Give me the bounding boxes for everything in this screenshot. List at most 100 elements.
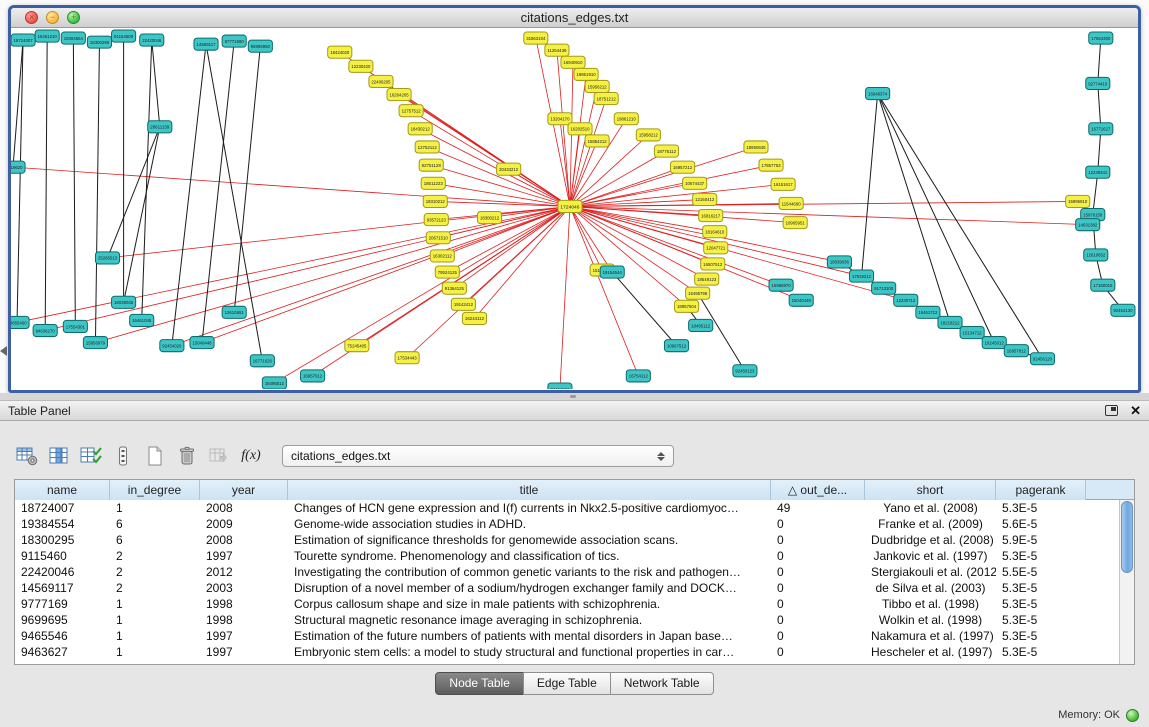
table-cell[interactable]: Stergiakouli et al. (2012) xyxy=(865,564,996,580)
table-row[interactable]: 1872400712008Changes of HCN gene express… xyxy=(15,500,1119,516)
table-cell[interactable]: 5.9E-5 xyxy=(996,532,1086,548)
graph-node[interactable]: 18300295 xyxy=(87,36,111,48)
table-cell[interactable]: 9115460 xyxy=(15,548,110,564)
graph-node[interactable]: 15854212 xyxy=(585,135,609,147)
table-select[interactable]: citations_edges.txt xyxy=(282,445,674,467)
graph-node[interactable]: 16648374 xyxy=(866,87,890,99)
graph-node[interactable]: 19142412 xyxy=(451,298,475,310)
window-titlebar[interactable]: × − + citations_edges.txt xyxy=(11,8,1138,28)
graph-node[interactable]: 91364125 xyxy=(442,282,466,294)
table-cell[interactable]: 6 xyxy=(110,532,200,548)
graph-node[interactable]: 12610652 xyxy=(1084,249,1108,261)
graph-node[interactable]: 18424020 xyxy=(328,46,352,58)
graph-node[interactable]: 18495112 xyxy=(689,319,713,331)
table-row[interactable]: 2242004622012Investigating the contribut… xyxy=(15,564,1119,580)
table-cell[interactable]: 0 xyxy=(771,596,865,612)
graph-node[interactable]: 20433212 xyxy=(497,163,521,175)
graph-node[interactable]: 17160015 xyxy=(1091,279,1115,291)
table-cell[interactable]: 9463627 xyxy=(15,644,110,660)
table-cell[interactable]: 18724007 xyxy=(15,500,110,516)
table-cell[interactable]: 2009 xyxy=(200,516,288,532)
graph-node[interactable]: 16202510 xyxy=(568,123,592,135)
table-cell[interactable]: Genome-wide association studies in ADHD. xyxy=(288,516,771,532)
graph-node[interactable]: 17919212 xyxy=(849,270,873,282)
table-cell[interactable]: Estimation of significance thresholds fo… xyxy=(288,532,771,548)
graph-node[interactable]: 12230712 xyxy=(894,294,918,306)
graph-node[interactable]: 16940910 xyxy=(561,56,585,68)
table-cell[interactable]: 18300295 xyxy=(15,532,110,548)
table-cell[interactable]: 1997 xyxy=(200,548,288,564)
table-row[interactable]: 1830029562008Estimation of significance … xyxy=(15,532,1119,548)
table-cell[interactable]: 0 xyxy=(771,548,865,564)
graph-node[interactable]: 15956979 xyxy=(83,337,107,349)
graph-node[interactable]: 16754112 xyxy=(626,370,650,382)
graph-node[interactable]: 12752112 xyxy=(415,141,439,153)
table-cell[interactable]: Tourette syndrome. Phenomenology and cla… xyxy=(288,548,771,564)
table-cell[interactable]: 0 xyxy=(771,612,865,628)
close-window-button[interactable]: × xyxy=(25,11,38,24)
column-header-pagerank[interactable]: pagerank xyxy=(996,480,1086,500)
graph-node[interactable]: 18511223 xyxy=(421,177,445,189)
graph-node[interactable]: 10965951 xyxy=(783,217,807,229)
table-cell[interactable]: 5.5E-5 xyxy=(996,564,1086,580)
table-row[interactable]: 1938455462009Genome-wide association stu… xyxy=(15,516,1119,532)
graph-node[interactable]: 13204170 xyxy=(548,113,572,125)
graph-node[interactable]: 18039036 xyxy=(827,256,851,268)
table-cell[interactable]: Franke et al. (2009) xyxy=(865,516,996,532)
graph-node[interactable]: 16461210 xyxy=(35,30,59,42)
table-cell[interactable]: 5.6E-5 xyxy=(996,516,1086,532)
graph-node[interactable]: 14631382 xyxy=(1076,219,1100,231)
graph-node[interactable]: 16461045 xyxy=(130,314,154,326)
table-cell[interactable]: de Silva et al. (2003) xyxy=(865,580,996,596)
graph-node[interactable]: 18164610 xyxy=(703,226,727,238)
graph-node[interactable]: 92454130 xyxy=(1111,304,1135,316)
table-cell[interactable]: 19384554 xyxy=(15,516,110,532)
table-cell[interactable]: 0 xyxy=(771,580,865,596)
graph-node[interactable]: 16957212 xyxy=(671,161,695,173)
graph-node[interactable]: 11254439 xyxy=(545,44,569,56)
table-cell[interactable]: Estimation of the future numbers of pati… xyxy=(288,628,771,644)
graph-node[interactable]: 22420046 xyxy=(140,34,164,46)
table-cell[interactable]: 5.3E-5 xyxy=(996,548,1086,564)
table-cell[interactable]: 1998 xyxy=(200,612,288,628)
table-cell[interactable]: 5.3E-5 xyxy=(996,612,1086,628)
table-cell[interactable]: Nakamura et al. (1997) xyxy=(865,628,996,644)
graph-node[interactable]: 92751128 xyxy=(419,159,443,171)
graph-node[interactable]: 93572123 xyxy=(424,214,448,226)
graph-node[interactable]: 18950845 xyxy=(744,141,768,153)
tab-network-table[interactable]: Network Table xyxy=(610,672,714,695)
graph-node[interactable]: 16244112 xyxy=(462,312,486,324)
zoom-window-button[interactable]: + xyxy=(67,11,80,24)
table-row[interactable]: 969969511998Structural magnetic resonanc… xyxy=(15,612,1119,628)
graph-node[interactable]: 18751212 xyxy=(594,93,618,105)
delete-table-icon[interactable] xyxy=(174,444,200,468)
table-cell[interactable]: 22420046 xyxy=(15,564,110,580)
graph-node[interactable]: 25266513 xyxy=(95,252,119,264)
collapse-west-panel-icon[interactable] xyxy=(0,346,7,356)
table-cell[interactable]: 9699695 xyxy=(15,612,110,628)
column-header-short[interactable]: short xyxy=(865,480,996,500)
graph-node[interactable]: 17554300 xyxy=(1089,32,1113,44)
table-cell[interactable]: 0 xyxy=(771,644,865,660)
graph-node[interactable]: 12230420 xyxy=(349,60,373,72)
table-cell[interactable]: Yano et al. (2008) xyxy=(865,500,996,516)
table-cell[interactable]: 0 xyxy=(771,628,865,644)
float-panel-icon[interactable] xyxy=(1105,405,1118,416)
table-cell[interactable]: 2 xyxy=(110,580,200,596)
graph-node[interactable]: 15134712 xyxy=(960,326,984,338)
minimize-window-button[interactable]: − xyxy=(46,11,59,24)
graph-node[interactable]: 15956212 xyxy=(585,80,609,92)
graph-node[interactable]: 16151617 xyxy=(771,178,795,190)
graph-node[interactable]: 18310212 xyxy=(423,195,447,207)
table-row[interactable]: 977716911998Corpus callosum shape and si… xyxy=(15,596,1119,612)
table-cell[interactable]: 5.3E-5 xyxy=(996,596,1086,612)
graph-node[interactable]: 91154600 xyxy=(112,30,136,42)
graph-node[interactable]: 18775112 xyxy=(654,145,678,157)
table-cell[interactable]: Structural magnetic resonance image aver… xyxy=(288,612,771,628)
table-cell[interactable]: 2 xyxy=(110,564,200,580)
column-header-in_degree[interactable]: in_degree xyxy=(110,480,200,500)
table-cell[interactable]: 1 xyxy=(110,644,200,660)
table-row[interactable]: 946554611997Estimation of the future num… xyxy=(15,628,1119,644)
table-cell[interactable]: Jankovic et al. (1997) xyxy=(865,548,996,564)
graph-node[interactable]: 20671510 xyxy=(426,232,450,244)
